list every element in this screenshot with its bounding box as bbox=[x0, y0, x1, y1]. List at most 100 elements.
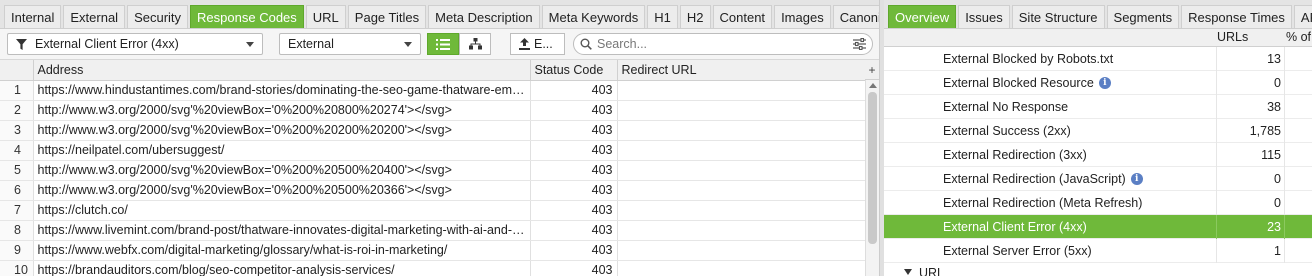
address-cell[interactable]: https://www.webfx.com/digital-marketing/… bbox=[33, 240, 531, 261]
row-number-cell[interactable]: 5 bbox=[0, 160, 34, 181]
redirect-url-cell[interactable] bbox=[617, 220, 866, 241]
address-cell[interactable]: https://brandauditors.com/blog/seo-compe… bbox=[33, 260, 531, 276]
table-row[interactable]: 2 http://www.w3.org/2000/svg'%20viewBox='… bbox=[0, 100, 866, 121]
address-cell[interactable]: http://www.w3.org/2000/svg'%20viewBox='0… bbox=[33, 120, 531, 141]
redirect-url-cell[interactable] bbox=[617, 160, 866, 181]
overview-row[interactable]: External Server Error (5xx) 1 bbox=[884, 239, 1312, 263]
info-icon[interactable]: i bbox=[1130, 173, 1143, 185]
status-code-cell[interactable]: 403 bbox=[530, 140, 618, 161]
left-tab-page-titles[interactable]: Page Titles bbox=[347, 5, 427, 28]
redirect-url-cell[interactable] bbox=[617, 180, 866, 201]
redirect-url-cell[interactable] bbox=[617, 120, 866, 141]
search-input[interactable] bbox=[597, 37, 837, 51]
address-cell[interactable]: http://www.w3.org/2000/svg'%20viewBox='0… bbox=[33, 160, 531, 181]
left-tab-url[interactable]: URL bbox=[305, 5, 346, 28]
overview-row[interactable]: External No Response 38 bbox=[884, 95, 1312, 119]
left-tab-meta-description[interactable]: Meta Description bbox=[428, 5, 540, 28]
redirect-url-cell[interactable] bbox=[617, 140, 866, 161]
urls-column-header[interactable]: URLs bbox=[1217, 30, 1248, 44]
right-tab-overview[interactable]: Overview bbox=[888, 5, 957, 28]
address-cell[interactable]: http://www.w3.org/2000/svg'%20viewBox='0… bbox=[33, 180, 531, 201]
redirect-url-cell[interactable] bbox=[617, 80, 866, 101]
status-code-cell[interactable]: 403 bbox=[530, 260, 618, 276]
left-tab-images[interactable]: Images bbox=[774, 5, 831, 28]
tree-view-button[interactable] bbox=[459, 33, 491, 55]
redirect-url-column-header[interactable]: Redirect URL bbox=[617, 60, 866, 81]
overview-row[interactable]: External Client Error (4xx) 23 bbox=[884, 215, 1312, 239]
row-number-cell[interactable]: 7 bbox=[0, 200, 34, 221]
status-code-cell[interactable]: 403 bbox=[530, 180, 618, 201]
table-row[interactable]: 8 https://www.livemint.com/brand-post/tha… bbox=[0, 220, 866, 241]
redirect-url-cell[interactable] bbox=[617, 260, 866, 276]
row-number-cell[interactable]: 8 bbox=[0, 220, 34, 241]
list-view-button[interactable] bbox=[427, 33, 459, 55]
table-row[interactable]: 5 http://www.w3.org/2000/svg'%20viewBox='… bbox=[0, 160, 866, 181]
row-number-header[interactable] bbox=[0, 60, 34, 81]
table-row[interactable]: 7 https://clutch.co/403 bbox=[0, 200, 866, 221]
address-cell[interactable]: https://www.livemint.com/brand-post/that… bbox=[33, 220, 531, 241]
table-row[interactable]: 10 https://brandauditors.com/blog/seo-com… bbox=[0, 260, 866, 276]
status-code-cell[interactable]: 403 bbox=[530, 200, 618, 221]
vertical-scrollbar[interactable] bbox=[865, 80, 879, 276]
table-row[interactable]: 3 http://www.w3.org/2000/svg'%20viewBox='… bbox=[0, 120, 866, 141]
left-tab-h1[interactable]: H1 bbox=[647, 5, 678, 28]
right-tab-segments[interactable]: Segments bbox=[1106, 5, 1180, 28]
row-number-cell[interactable]: 2 bbox=[0, 100, 34, 121]
status-code-cell[interactable]: 403 bbox=[530, 240, 618, 261]
status-code-column-header[interactable]: Status Code bbox=[530, 60, 618, 81]
scrollbar-thumb[interactable] bbox=[868, 92, 877, 244]
overview-row[interactable]: External Redirection (3xx) 115 bbox=[884, 143, 1312, 167]
status-code-cell[interactable]: 403 bbox=[530, 80, 618, 101]
address-cell[interactable]: http://www.w3.org/2000/svg'%20viewBox='0… bbox=[33, 100, 531, 121]
row-number-cell[interactable]: 9 bbox=[0, 240, 34, 261]
left-tab-external[interactable]: External bbox=[63, 5, 126, 28]
address-cell[interactable]: https://clutch.co/ bbox=[33, 200, 531, 221]
scroll-up-icon[interactable] bbox=[869, 83, 877, 88]
left-tab-h2[interactable]: H2 bbox=[679, 5, 711, 28]
info-icon[interactable]: i bbox=[1098, 77, 1111, 89]
row-number-cell[interactable]: 1 bbox=[0, 80, 34, 101]
overview-row[interactable]: External Blocked Resource i 0 bbox=[884, 71, 1312, 95]
row-number-cell[interactable]: 10 bbox=[0, 260, 34, 276]
row-number-cell[interactable]: 3 bbox=[0, 120, 34, 141]
add-column-button[interactable]: + bbox=[865, 60, 879, 80]
overview-row[interactable]: External Redirection (JavaScript) i 0 bbox=[884, 167, 1312, 191]
overview-row[interactable]: External Success (2xx) 1,785 bbox=[884, 119, 1312, 143]
export-button[interactable]: E... bbox=[510, 33, 565, 55]
redirect-url-cell[interactable] bbox=[617, 100, 866, 121]
filter-dropdown[interactable]: External Client Error (4xx) bbox=[7, 33, 263, 55]
sliders-icon[interactable] bbox=[853, 38, 866, 50]
left-tab-canonicals[interactable]: Canonicals bbox=[832, 5, 879, 28]
status-code-cell[interactable]: 403 bbox=[530, 100, 618, 121]
overview-row[interactable]: External Redirection (Meta Refresh) 0 bbox=[884, 191, 1312, 215]
right-tab-site-structure[interactable]: Site Structure bbox=[1011, 5, 1105, 28]
address-cell[interactable]: https://neilpatel.com/ubersuggest/ bbox=[33, 140, 531, 161]
right-tab-issues[interactable]: Issues bbox=[958, 5, 1010, 28]
redirect-url-cell[interactable] bbox=[617, 240, 866, 261]
percent-column-header[interactable]: % of bbox=[1286, 30, 1311, 44]
tree-node-url[interactable]: URL bbox=[884, 263, 1312, 276]
address-cell[interactable]: https://www.hindustantimes.com/brand-sto… bbox=[33, 80, 531, 101]
status-code-cell[interactable]: 403 bbox=[530, 220, 618, 241]
status-code-cell[interactable]: 403 bbox=[530, 120, 618, 141]
row-number-cell[interactable]: 4 bbox=[0, 140, 34, 161]
table-row[interactable]: 9 https://www.webfx.com/digital-marketing… bbox=[0, 240, 866, 261]
left-tab-internal[interactable]: Internal bbox=[4, 5, 62, 28]
left-tab-content[interactable]: Content bbox=[712, 5, 773, 28]
expand-triangle-icon[interactable] bbox=[904, 269, 912, 275]
table-row[interactable]: 6 http://www.w3.org/2000/svg'%20viewBox='… bbox=[0, 180, 866, 201]
table-row[interactable]: 1 https://www.hindustantimes.com/brand-st… bbox=[0, 80, 866, 101]
overview-row[interactable]: External Blocked by Robots.txt 13 bbox=[884, 47, 1312, 71]
row-number-cell[interactable]: 6 bbox=[0, 180, 34, 201]
scope-dropdown[interactable]: External bbox=[279, 33, 421, 55]
status-code-cell[interactable]: 403 bbox=[530, 160, 618, 181]
table-row[interactable]: 4 https://neilpatel.com/ubersuggest/403 bbox=[0, 140, 866, 161]
right-tab-response-times[interactable]: Response Times bbox=[1181, 5, 1292, 28]
left-tab-security[interactable]: Security bbox=[127, 5, 189, 28]
address-column-header[interactable]: Address bbox=[33, 60, 531, 81]
left-tab-response-codes[interactable]: Response Codes bbox=[190, 5, 304, 28]
left-tab-meta-keywords[interactable]: Meta Keywords bbox=[541, 5, 646, 28]
search-field[interactable] bbox=[573, 33, 873, 55]
redirect-url-cell[interactable] bbox=[617, 200, 866, 221]
right-tab-api[interactable]: API bbox=[1293, 5, 1312, 28]
